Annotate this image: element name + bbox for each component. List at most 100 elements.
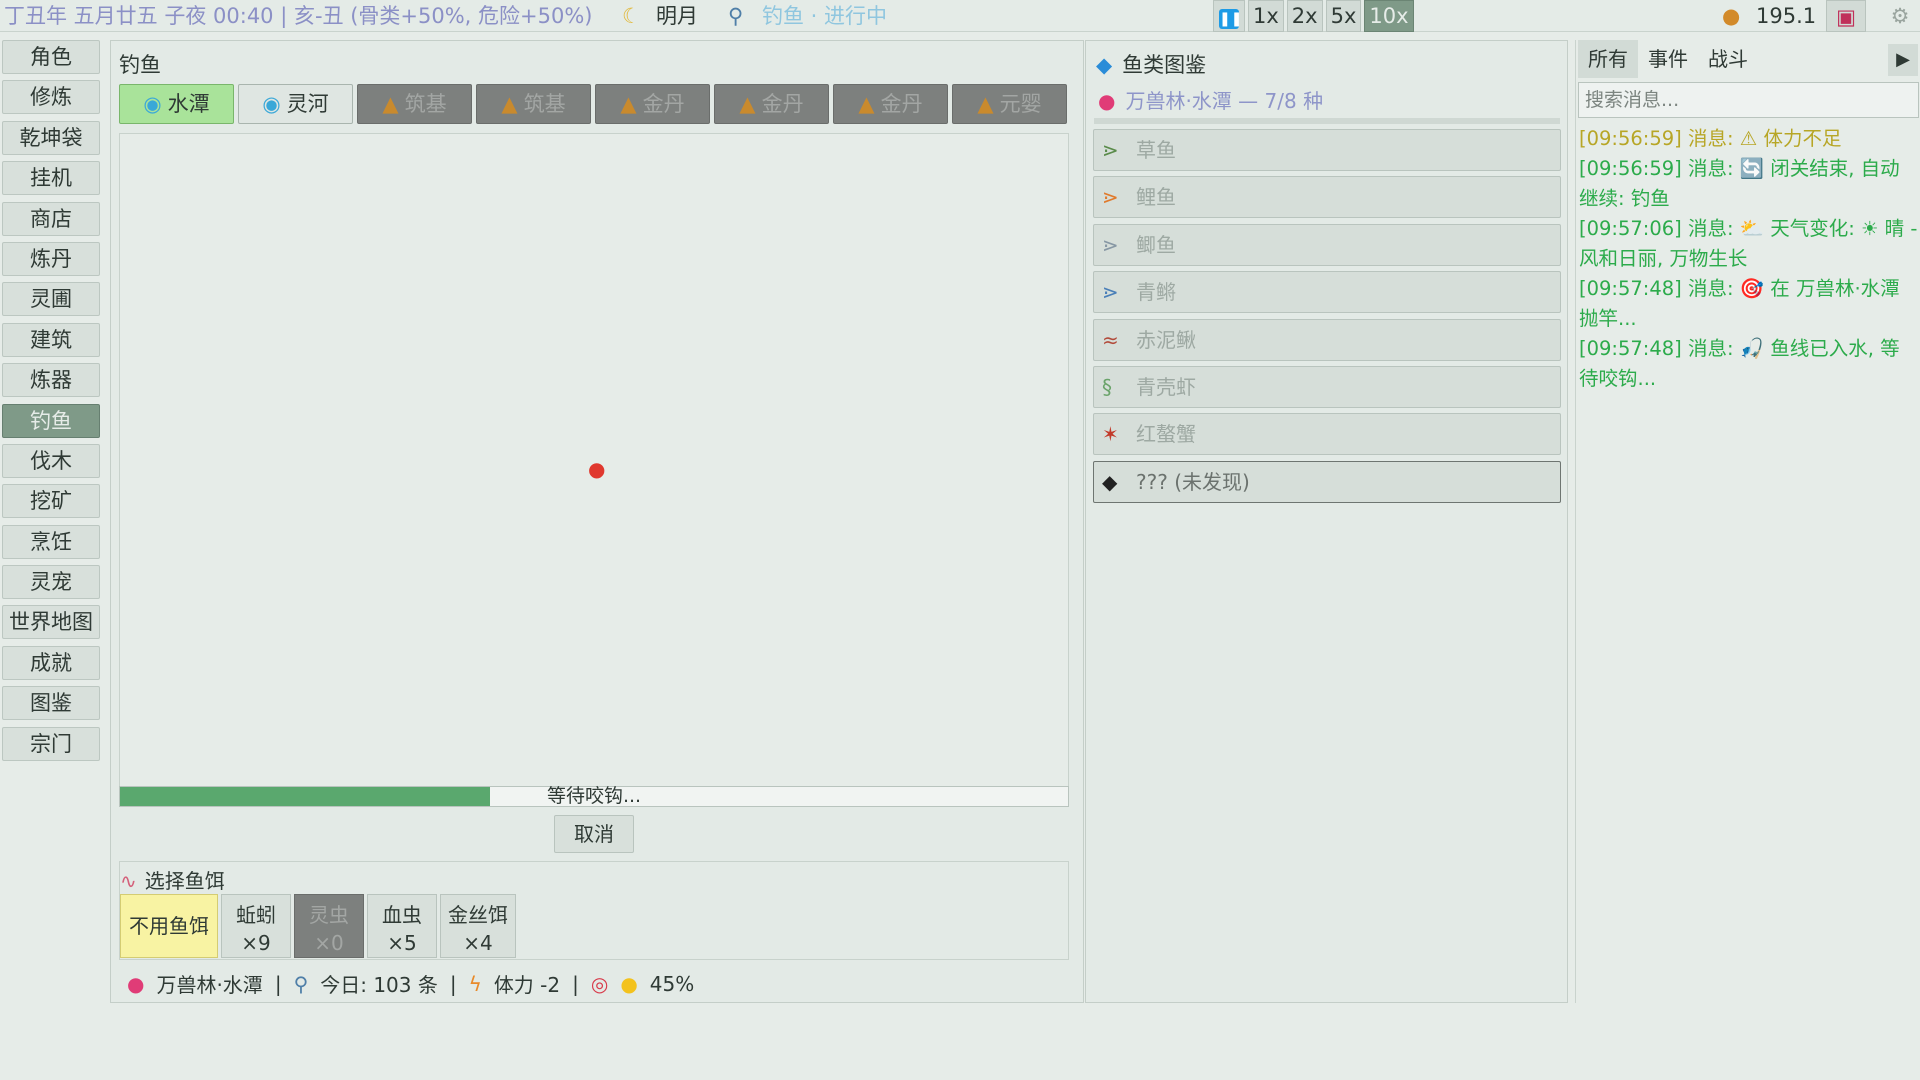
moon-icon: ☾ <box>622 4 641 28</box>
divider <box>1094 118 1560 124</box>
sidebar-item[interactable]: 商店 <box>2 201 100 236</box>
sidebar-item[interactable]: 灵圃 <box>2 282 100 317</box>
play-arrow-icon: ▶ <box>1896 49 1910 70</box>
map-pin-icon: ● <box>1098 89 1116 113</box>
bait-title-label: 选择鱼饵 <box>144 869 225 893</box>
location-tab: ▲ 元婴 <box>952 84 1067 124</box>
fish-name: ??? (未发现) <box>1136 469 1250 494</box>
fish-entry[interactable]: ⋗ 青鳉 <box>1093 271 1561 314</box>
collapse-arrow-button[interactable]: ▶ <box>1888 44 1918 76</box>
fish-entry[interactable]: ⋗ 鲫鱼 <box>1093 223 1561 266</box>
bait-name: 血虫 <box>382 903 422 927</box>
sidebar-item[interactable]: 乾坤袋 <box>2 120 100 155</box>
sidebar-item[interactable]: 炼器 <box>2 363 100 398</box>
sidebar-item[interactable]: 炼丹 <box>2 241 100 276</box>
fish-icon: ⋗ <box>1102 138 1119 162</box>
speed-5x-button[interactable]: 5x <box>1325 0 1362 32</box>
location-tab-label: 金丹 <box>761 92 804 116</box>
guide-subtitle: ● 万兽林·水潭 — 7/8 种 <box>1098 85 1323 114</box>
message-tab[interactable]: 事件 <box>1638 40 1698 78</box>
message-entry: [09:57:06] 消息: ⛅ 天气变化: ☀ 晴 - 风和日丽, 万物生长 <box>1579 217 1918 270</box>
location-tab: ▲ 金丹 <box>833 84 948 124</box>
save-button[interactable]: ▣ <box>1826 0 1866 32</box>
sidebar-item[interactable]: 建筑 <box>2 322 100 357</box>
sidebar-item[interactable]: 挖矿 <box>2 484 100 519</box>
worm-icon: ∿ <box>120 869 137 893</box>
message-entry: [09:57:48] 消息: 🎯 在 万兽林·水潭 抛竿... <box>1579 277 1900 330</box>
sidebar-item[interactable]: 图鉴 <box>2 686 100 721</box>
crab-icon: ✶ <box>1102 422 1119 447</box>
lock-icon: ▲ <box>739 92 756 116</box>
money-bag-icon: ● <box>1722 4 1741 28</box>
bait-option[interactable]: 血虫 ×5 <box>367 894 437 958</box>
fish-icon: ⋗ <box>1102 185 1119 210</box>
sidebar-item[interactable]: 灵宠 <box>2 565 100 600</box>
location-tab[interactable]: ◉ 灵河 <box>238 84 353 124</box>
fish-name: 草鱼 <box>1136 138 1176 162</box>
pause-button[interactable]: ❚❚ <box>1213 0 1245 32</box>
sidebar-item[interactable]: 世界地图 <box>2 605 100 640</box>
sidebar-item[interactable]: 伐木 <box>2 443 100 478</box>
fish-name: 鲤鱼 <box>1136 185 1176 210</box>
guide-title-label: 鱼类图鉴 <box>1122 53 1207 77</box>
sidebar-item[interactable]: 角色 <box>2 40 100 74</box>
sidebar-item[interactable]: 挂机 <box>2 161 100 196</box>
fishing-area[interactable]: ● <box>119 133 1069 787</box>
location-tab: ▲ 筑基 <box>357 84 472 124</box>
speed-10x-button[interactable]: 10x <box>1364 0 1414 32</box>
progress-label: 等待咬钩... <box>546 785 642 807</box>
lock-icon: ▲ <box>501 92 518 116</box>
speed-1x-button[interactable]: 1x <box>1248 0 1284 32</box>
bait-name: 金丝饵 <box>448 903 508 927</box>
fishing-rod-icon: ⚲ <box>293 971 309 996</box>
fish-entry[interactable]: ⋗ 草鱼 <box>1093 129 1561 171</box>
bait-count: ×5 <box>387 931 417 955</box>
panel-title: 钓鱼 <box>119 53 161 77</box>
message-tab[interactable]: 战斗 <box>1698 40 1758 78</box>
sidebar-item[interactable]: 修炼 <box>2 80 100 115</box>
fish-entry[interactable]: ✶ 红螯蟹 <box>1093 413 1561 456</box>
speed-2x-button[interactable]: 2x <box>1286 0 1323 32</box>
location-tab[interactable]: ◉ 水潭 <box>119 84 234 124</box>
map-pin-icon: ● <box>127 971 145 996</box>
gear-icon: ⚙ <box>1890 4 1910 28</box>
sidebar-nav: 角色修炼乾坤袋挂机商店炼丹灵圃建筑炼器钓鱼伐木挖矿烹饪灵宠世界地图成就图鉴宗门 <box>2 40 100 767</box>
fish-name: 青鳉 <box>1136 280 1176 305</box>
location-tab-label: 金丹 <box>880 92 923 116</box>
cancel-button[interactable]: 取消 <box>554 815 634 853</box>
location-tab: ▲ 筑基 <box>476 84 591 124</box>
bait-name: 蚯蚓 <box>236 903 276 927</box>
bait-list: 不用鱼饵 蚯蚓 ×9 灵虫 ×0 血虫 ×5 金丝饵 ×4 <box>120 894 516 958</box>
bait-option[interactable]: 不用鱼饵 <box>120 894 218 958</box>
weather-sun-icon: ● <box>620 971 638 996</box>
shrimp-icon: § <box>1102 374 1112 399</box>
fish-entry[interactable]: ≈ 赤泥鳅 <box>1093 318 1561 361</box>
lock-icon: ▲ <box>382 92 399 116</box>
location-tab-label: 筑基 <box>523 92 566 116</box>
top-bar: 丁丑年 五月廿五 子夜 00:40 | 亥-丑 (骨类+50%, 危险+50%)… <box>0 0 1920 32</box>
fish-icon: ⋗ <box>1102 280 1119 305</box>
status-location: 万兽林·水潭 <box>156 973 263 997</box>
separator: | <box>572 971 579 996</box>
message-search-input[interactable] <box>1578 82 1919 118</box>
sidebar-item[interactable]: 成就 <box>2 645 100 680</box>
today-catch: 今日: 103 条 <box>320 973 438 997</box>
bait-option[interactable]: 金丝饵 ×4 <box>440 894 516 958</box>
fish-entry[interactable]: ⋗ 鲤鱼 <box>1093 176 1561 219</box>
sidebar-item[interactable]: 烹饪 <box>2 524 100 559</box>
bait-option[interactable]: 蚯蚓 ×9 <box>221 894 291 958</box>
location-tab: ▲ 金丹 <box>595 84 710 124</box>
message-panel: 所有事件战斗 ▶ [09:56:59] 消息: ⚠ 体力不足[09:56:59]… <box>1575 40 1920 1003</box>
settings-button[interactable]: ⚙ <box>1880 0 1920 32</box>
message-tab[interactable]: 所有 <box>1578 40 1638 78</box>
sidebar-item[interactable]: 宗门 <box>2 726 100 761</box>
sidebar-item[interactable]: 钓鱼 <box>2 403 100 438</box>
fish-guide-panel: ◆ 鱼类图鉴 ● 万兽林·水潭 — 7/8 种 ⋗ 草鱼 ⋗ 鲤鱼 ⋗ 鲫鱼 ⋗ 青鳉 ≈ 赤泥鳅 § 青… <box>1085 40 1568 1003</box>
moon-phase-label: 明月 <box>656 4 698 28</box>
bite-progress-bar: 等待咬钩... <box>119 786 1069 807</box>
fish-icon: ◆ <box>1096 53 1113 77</box>
fish-entry[interactable]: ◆ ??? (未发现) <box>1093 460 1561 503</box>
wave-icon: ◉ <box>262 92 281 116</box>
fish-entry[interactable]: § 青壳虾 <box>1093 365 1561 408</box>
pause-icon: ❚❚ <box>1219 9 1243 29</box>
